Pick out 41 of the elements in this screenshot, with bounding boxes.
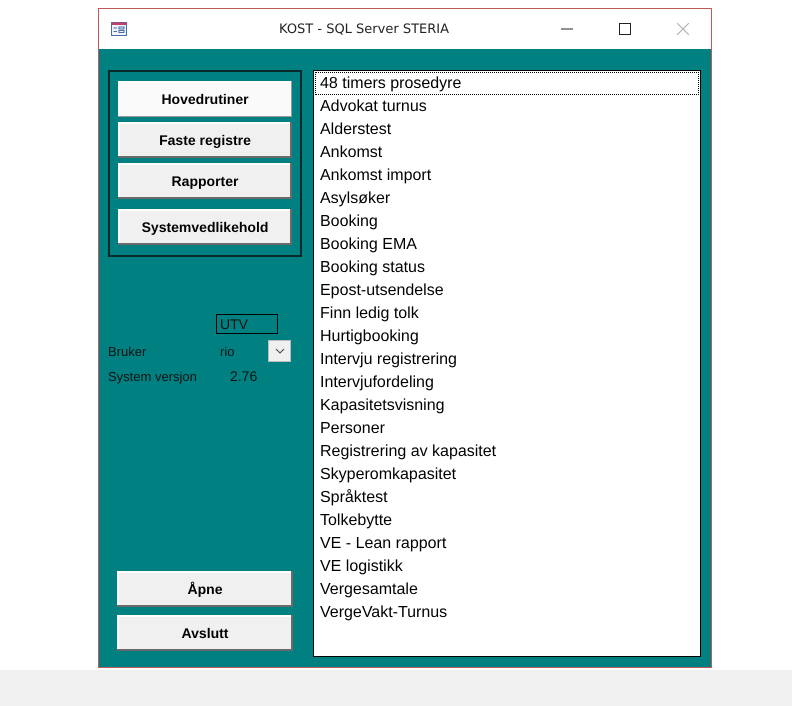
action-button[interactable]: Åpne bbox=[117, 571, 293, 607]
list-item[interactable]: Skyperomkapasitet bbox=[315, 463, 699, 486]
version-label: System versjon bbox=[108, 368, 198, 384]
window-title: KOST - SQL Server STERIA bbox=[278, 22, 450, 36]
menu-button[interactable]: Faste registre bbox=[118, 122, 292, 158]
form-icon bbox=[111, 22, 127, 36]
list-item[interactable]: Intervju registrering bbox=[315, 348, 699, 371]
list-item[interactable]: Tolkebytte bbox=[315, 509, 699, 532]
menu-button[interactable]: Hovedrutiner bbox=[118, 81, 292, 117]
environment-label: UTV bbox=[216, 314, 278, 334]
list-item[interactable]: VergeVakt-Turnus bbox=[315, 601, 699, 624]
list-item[interactable]: VE - Lean rapport bbox=[315, 532, 699, 555]
list-item[interactable]: Hurtigbooking bbox=[315, 325, 699, 348]
list-item[interactable]: Booking EMA bbox=[315, 233, 699, 256]
list-item[interactable]: Ankomst import bbox=[315, 164, 699, 187]
list-item[interactable]: Registrering av kapasitet bbox=[315, 440, 699, 463]
list-item[interactable]: Personer bbox=[315, 417, 699, 440]
action-button[interactable]: Avslutt bbox=[117, 615, 293, 651]
user-label: Bruker bbox=[108, 344, 148, 358]
user-value: rio bbox=[220, 344, 236, 358]
list-item[interactable]: VE logistikk bbox=[315, 555, 699, 578]
menu-button[interactable]: Rapporter bbox=[118, 163, 292, 199]
list-item[interactable]: Booking status bbox=[315, 256, 699, 279]
list-item[interactable]: Vergesamtale bbox=[315, 578, 699, 601]
maximize-icon[interactable] bbox=[619, 23, 631, 35]
list-item[interactable]: Epost-utsendelse bbox=[315, 279, 699, 302]
list-item[interactable]: Alderstest bbox=[315, 118, 699, 141]
list-item[interactable]: Finn ledig tolk bbox=[315, 302, 699, 325]
minimize-icon[interactable] bbox=[561, 28, 573, 30]
list-item[interactable]: Ankomst bbox=[315, 141, 699, 164]
list-item[interactable]: Kapasitetsvisning bbox=[315, 394, 699, 417]
list-item[interactable]: Advokat turnus bbox=[315, 95, 699, 118]
list-item[interactable]: Asylsøker bbox=[315, 187, 699, 210]
chevron-down-icon bbox=[274, 348, 284, 354]
menu-button[interactable]: Systemvedlikehold bbox=[118, 209, 292, 245]
list-item[interactable]: Språktest bbox=[315, 486, 699, 509]
list-item[interactable]: 48 timers prosedyre bbox=[315, 72, 699, 95]
list-item[interactable]: Booking bbox=[315, 210, 699, 233]
version-value: 2.76 bbox=[229, 368, 258, 384]
dropdown-button[interactable] bbox=[268, 340, 291, 362]
list-item[interactable]: Intervjufordeling bbox=[315, 371, 699, 394]
